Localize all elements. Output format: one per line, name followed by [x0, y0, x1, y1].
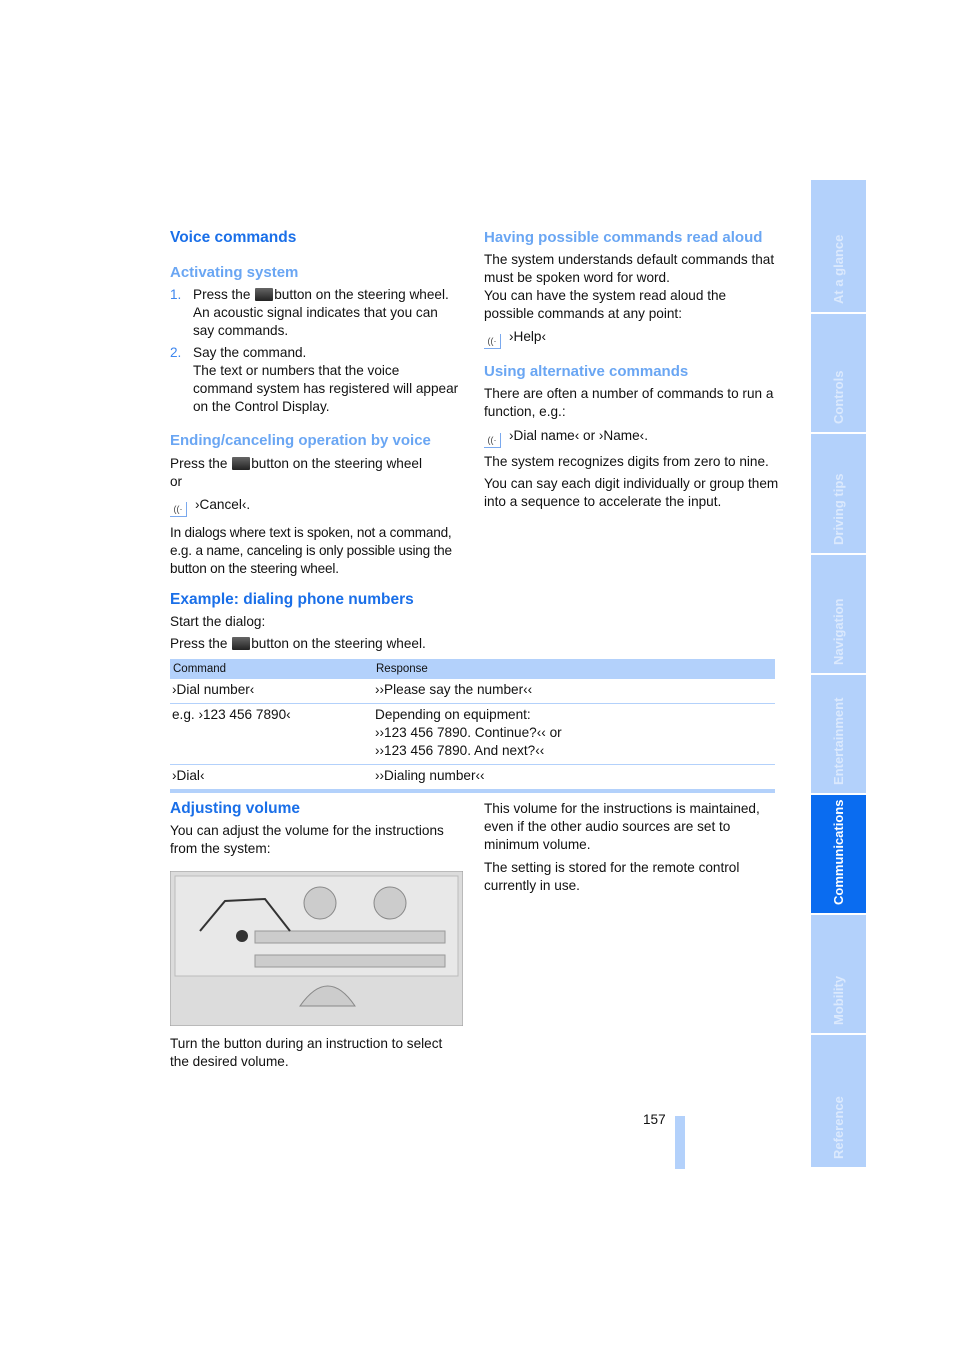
note: In dialogs where text is spoken, not a c… — [170, 525, 452, 576]
text: You can have the system read aloud the p… — [484, 288, 727, 321]
tab-controls[interactable]: Controls — [811, 314, 866, 432]
tab-mobility[interactable]: Mobility — [811, 915, 866, 1033]
page-marker — [675, 1116, 685, 1169]
text: or — [170, 474, 183, 489]
text: The system understands default commands … — [484, 252, 775, 285]
tab-reference[interactable]: Reference — [811, 1035, 866, 1167]
tab-driving-tips[interactable]: Driving tips — [811, 434, 866, 553]
text: This volume for the instructions is main… — [484, 801, 760, 852]
text: Press the — [170, 456, 228, 471]
voice-command-icon: ((· — [484, 334, 501, 349]
voice-command-icon: ((· — [484, 433, 501, 448]
text: You can say each digit individually or g… — [484, 476, 779, 509]
voice-button-icon — [232, 637, 251, 650]
heading-example: Example: dialing phone numbers — [170, 591, 414, 608]
column-header: Response — [373, 659, 775, 679]
tab-label: Mobility — [831, 975, 846, 1025]
ending-body: Press the button on the steering wheel o… — [170, 455, 462, 578]
text: button on the steering wheel — [251, 456, 423, 471]
section-title: Voice commands — [170, 229, 297, 246]
tab-label: Communications — [831, 799, 846, 905]
page-number: 157 — [643, 1112, 666, 1127]
tab-label: Reference — [831, 1096, 846, 1159]
volume-body-right: This volume for the instructions is main… — [484, 800, 779, 895]
example-body: Start the dialog: Press the button on th… — [170, 613, 470, 653]
text: The system recognizes digits from zero t… — [484, 454, 769, 469]
table-row: ›Dial number‹ ››Please say the number‹‹ — [170, 679, 775, 704]
cell: ›Dial‹ — [170, 764, 373, 793]
heading-ending: Ending/canceling operation by voice — [170, 432, 431, 449]
step-detail: An acoustic signal indicates that you ca… — [193, 305, 438, 338]
cell: e.g. ›123 456 7890‹ — [170, 703, 373, 765]
step-1: 1. Press the button on the steering whee… — [170, 286, 462, 340]
tab-label: Navigation — [831, 598, 846, 665]
step-number: 2. — [170, 345, 182, 360]
tab-label: At a glance — [831, 234, 846, 304]
step-text: Say the command. — [193, 345, 307, 360]
tab-at-a-glance[interactable]: At a glance — [811, 180, 866, 312]
tab-communications[interactable]: Communications — [811, 795, 866, 913]
caption: Turn the button during an instruction to… — [170, 1036, 443, 1069]
heading-alternative: Using alternative commands — [484, 363, 689, 380]
tab-navigation[interactable]: Navigation — [811, 555, 866, 673]
step-2: 2. Say the command. The text or numbers … — [170, 344, 462, 416]
steps-list: 1. Press the button on the steering whee… — [170, 286, 462, 416]
text: button on the steering wheel. — [251, 636, 426, 651]
voice-button-icon — [255, 288, 274, 301]
column-header: Command — [170, 659, 373, 679]
text: There are often a number of commands to … — [484, 386, 774, 419]
cell: ››Dialing number‹‹ — [373, 764, 775, 793]
tab-label: Entertainment — [831, 697, 846, 785]
heading-activating: Activating system — [170, 264, 299, 281]
manual-page: Voice commands Activating system 1. Pres… — [0, 0, 954, 1351]
command: ›Help‹ — [509, 329, 547, 344]
heading-readaloud: Having possible commands read aloud — [484, 229, 763, 246]
step-text: Press the — [193, 287, 251, 302]
heading-volume: Adjusting volume — [170, 800, 301, 817]
readaloud-body: The system understands default commands … — [484, 251, 779, 349]
table-row: ›Dial‹ ››Dialing number‹‹ — [170, 764, 775, 793]
volume-knob-illustration — [170, 871, 463, 1026]
step-number: 1. — [170, 287, 182, 302]
text: Press the — [170, 636, 228, 651]
cell: ›Dial number‹ — [170, 679, 373, 704]
alternative-body: There are often a number of commands to … — [484, 385, 779, 511]
tab-label: Controls — [831, 370, 846, 424]
table-row: e.g. ›123 456 7890‹ Depending on equipmen… — [170, 703, 775, 765]
command: ›Dial name‹ or ›Name‹. — [509, 428, 648, 443]
step-text: button on the steering wheel. — [274, 287, 449, 302]
tab-entertainment[interactable]: Entertainment — [811, 675, 866, 793]
voice-command-icon: ((· — [170, 502, 187, 517]
command: ›Cancel‹. — [195, 497, 251, 512]
command-table: Command Response ›Dial number‹ ››Please sa… — [170, 659, 775, 793]
text: The setting is stored for the remote con… — [484, 860, 740, 893]
text: You can adjust the volume for the instru… — [170, 823, 444, 856]
tab-label: Driving tips — [831, 473, 846, 545]
cell: ››Please say the number‹‹ — [373, 679, 775, 704]
step-detail: The text or numbers that the voice comma… — [193, 363, 459, 414]
text: Start the dialog: — [170, 614, 266, 629]
voice-button-icon — [232, 457, 251, 470]
cell: Depending on equipment: ››123 456 7890. … — [373, 703, 775, 765]
